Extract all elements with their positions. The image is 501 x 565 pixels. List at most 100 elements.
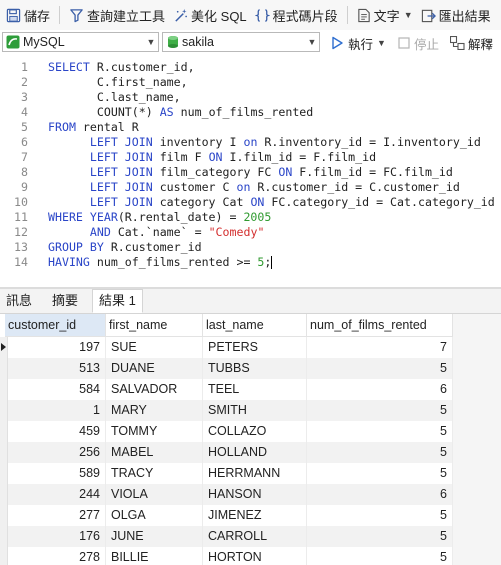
code-line[interactable]: 4 COUNT(*) AS num_of_films_rented [0,105,501,120]
cell-first-name[interactable]: SALVADOR [106,379,203,400]
cell-first-name[interactable]: OLGA [106,505,203,526]
code-line[interactable]: 6 LEFT JOIN inventory I on R.inventory_i… [0,135,501,150]
explain-button[interactable]: 解釋 [450,33,493,53]
cell-customer-id[interactable]: 584 [8,379,106,400]
cell-first-name[interactable]: MARY [106,400,203,421]
row-selector[interactable] [0,379,8,400]
code-line[interactable]: 5 FROM rental R [0,120,501,135]
table-row[interactable]: 176 JUNE CARROLL 5 [0,526,501,547]
code-line[interactable]: 7 LEFT JOIN film F ON I.film_id = F.film… [0,150,501,165]
table-row[interactable]: 513 DUANE TUBBS 5 [0,358,501,379]
row-selector[interactable] [0,505,8,526]
database-select[interactable]: sakila ▼ [162,32,320,52]
table-row[interactable]: 459 TOMMY COLLAZO 5 [0,421,501,442]
cell-last-name[interactable]: HERRMANN [203,463,307,484]
table-row[interactable]: 244 VIOLA HANSON 6 [0,484,501,505]
cell-customer-id[interactable]: 197 [8,337,106,358]
cell-first-name[interactable]: BILLIE [106,547,203,565]
code-line[interactable]: 11 WHERE YEAR(R.rental_date) = 2005 [0,210,501,225]
cell-num-of-films-rented[interactable]: 5 [307,526,453,547]
cell-customer-id[interactable]: 1 [8,400,106,421]
cell-customer-id[interactable]: 589 [8,463,106,484]
code-snippet-button[interactable]: 程式碼片段 [251,0,342,30]
tab-result-1[interactable]: 結果 1 [92,289,143,313]
cell-last-name[interactable]: PETERS [203,337,307,358]
tab-summary[interactable]: 摘要 [46,289,84,313]
cell-customer-id[interactable]: 277 [8,505,106,526]
cell-first-name[interactable]: TRACY [106,463,203,484]
sql-editor[interactable]: 1 SELECT R.customer_id, 2 C.first_name, 3 C… [0,55,501,287]
code-line[interactable]: 8 LEFT JOIN film_category FC ON F.film_i… [0,165,501,180]
cell-last-name[interactable]: JIMENEZ [203,505,307,526]
run-button[interactable]: 執行 ▼ [330,33,386,53]
table-row[interactable]: 278 BILLIE HORTON 5 [0,547,501,565]
beautify-sql-button[interactable]: 美化 SQL [169,0,251,30]
text-mode-dropdown[interactable]: 文字 ▼ [353,0,417,30]
cell-customer-id[interactable]: 278 [8,547,106,565]
save-button[interactable]: 儲存 [2,0,54,30]
column-header-customer-id[interactable]: customer_id [5,314,106,337]
export-results-button[interactable]: 匯出結果 [417,0,495,30]
cell-num-of-films-rented[interactable]: 6 [307,484,453,505]
code-line[interactable]: 2 C.first_name, [0,75,501,90]
cell-last-name[interactable]: TEEL [203,379,307,400]
cell-last-name[interactable]: COLLAZO [203,421,307,442]
row-selector[interactable] [0,463,8,484]
row-selector[interactable] [0,547,8,565]
column-header-num-of-films-rented[interactable]: num_of_films_rented [307,314,453,337]
cell-last-name[interactable]: HORTON [203,547,307,565]
cell-first-name[interactable]: SUE [106,337,203,358]
query-builder-button[interactable]: 查詢建立工具 [65,0,169,30]
cell-num-of-films-rented[interactable]: 5 [307,463,453,484]
cell-last-name[interactable]: HANSON [203,484,307,505]
cell-num-of-films-rented[interactable]: 5 [307,505,453,526]
table-row[interactable]: 277 OLGA JIMENEZ 5 [0,505,501,526]
row-selector[interactable] [0,526,8,547]
row-selector[interactable] [0,337,8,358]
cell-first-name[interactable]: JUNE [106,526,203,547]
row-selector[interactable] [0,400,8,421]
cell-customer-id[interactable]: 244 [8,484,106,505]
column-header-first-name[interactable]: first_name [106,314,203,337]
table-row[interactable]: 589 TRACY HERRMANN 5 [0,463,501,484]
table-row[interactable]: 584 SALVADOR TEEL 6 [0,379,501,400]
code-line[interactable]: 12 AND Cat.`name` = "Comedy" [0,225,501,240]
server-select[interactable]: MySQL ▼ [2,32,159,52]
cell-customer-id[interactable]: 256 [8,442,106,463]
cell-customer-id[interactable]: 459 [8,421,106,442]
column-header-last-name[interactable]: last_name [203,314,307,337]
table-row[interactable]: 256 MABEL HOLLAND 5 [0,442,501,463]
table-row[interactable]: 197 SUE PETERS 7 [0,337,501,358]
cell-first-name[interactable]: DUANE [106,358,203,379]
code-line[interactable]: 14 HAVING num_of_films_rented >= 5; [0,255,501,270]
stop-button[interactable]: 停止 [398,33,439,53]
code-line[interactable]: 1 SELECT R.customer_id, [0,60,501,75]
row-selector[interactable] [0,421,8,442]
cell-last-name[interactable]: SMITH [203,400,307,421]
cell-num-of-films-rented[interactable]: 6 [307,379,453,400]
cell-num-of-films-rented[interactable]: 5 [307,400,453,421]
cell-first-name[interactable]: MABEL [106,442,203,463]
cell-last-name[interactable]: TUBBS [203,358,307,379]
cell-num-of-films-rented[interactable]: 5 [307,421,453,442]
cell-num-of-films-rented[interactable]: 5 [307,547,453,565]
code-line[interactable]: 10 LEFT JOIN category Cat ON FC.category… [0,195,501,210]
cell-first-name[interactable]: TOMMY [106,421,203,442]
row-selector[interactable] [0,358,8,379]
code-line[interactable]: 3 C.last_name, [0,90,501,105]
cell-num-of-films-rented[interactable]: 5 [307,358,453,379]
code-line[interactable]: 13 GROUP BY R.customer_id [0,240,501,255]
cell-num-of-films-rented[interactable]: 7 [307,337,453,358]
cell-customer-id[interactable]: 513 [8,358,106,379]
cell-last-name[interactable]: CARROLL [203,526,307,547]
cell-customer-id[interactable]: 176 [8,526,106,547]
cell-first-name[interactable]: VIOLA [106,484,203,505]
row-selector[interactable] [0,442,8,463]
code-line[interactable]: 9 LEFT JOIN customer C on R.customer_id … [0,180,501,195]
cell-num-of-films-rented[interactable]: 5 [307,442,453,463]
result-grid[interactable]: customer_id first_name last_name num_of_… [0,314,501,565]
cell-last-name[interactable]: HOLLAND [203,442,307,463]
tab-messages[interactable]: 訊息 [0,289,38,313]
table-row[interactable]: 1 MARY SMITH 5 [0,400,501,421]
row-selector[interactable] [0,484,8,505]
